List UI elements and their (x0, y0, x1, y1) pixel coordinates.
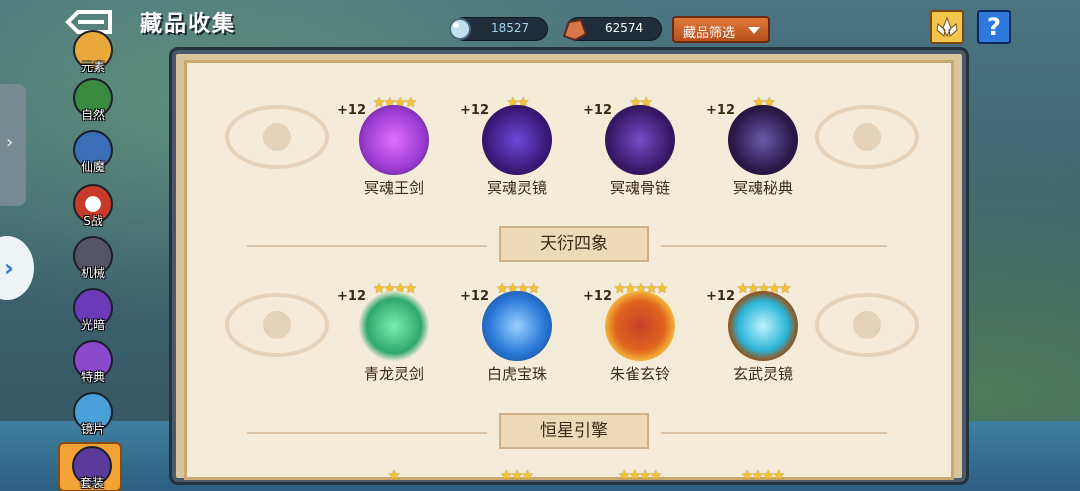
item-name: 白虎宝珠 (486, 365, 547, 383)
sidebar-item-label: 镜片 (80, 422, 105, 436)
divider (247, 432, 487, 434)
item-level: +12 (337, 103, 366, 118)
sidebar-item-element[interactable]: 元素 (70, 30, 116, 82)
book-icon (728, 105, 798, 175)
sidebar-item-label: 自然 (80, 108, 105, 122)
sidebar-item-special[interactable]: 特典 (70, 340, 116, 392)
sidebar-item-label: 特典 (80, 370, 105, 384)
item-name: 冥魂秘典 (732, 179, 793, 197)
sidebar-item-nature[interactable]: 自然 (70, 78, 116, 130)
sword-icon (359, 105, 429, 175)
ornament-icon (815, 293, 919, 357)
sidebar-item-label: 套装 (79, 476, 104, 490)
item-level: +12 (706, 289, 735, 304)
crystal-value: 18527 (491, 21, 530, 35)
divider (247, 245, 487, 247)
sidebar-item-lens[interactable]: 镜片 (70, 392, 116, 444)
item-level: +12 (583, 289, 612, 304)
sidebar-item-immortal-demon[interactable]: 仙魔 (70, 130, 116, 182)
sidebar-item-label: S战 (83, 214, 103, 228)
help-button[interactable]: ? (977, 10, 1011, 44)
star-rating: ★ (387, 468, 401, 484)
item-name: 冥魂骨链 (609, 179, 670, 197)
item-name: 冥魂王剑 (363, 179, 424, 197)
sidebar-item-s-battle[interactable]: S战 (70, 184, 116, 236)
sidebar-item-label: 光暗 (80, 318, 105, 332)
section-header: 天衍四象 (247, 226, 887, 266)
collection-item[interactable]: ★★★★ +12 白虎宝珠 (460, 281, 572, 393)
sidebar-item-light-dark[interactable]: 光暗 (70, 288, 116, 340)
ornament-icon (225, 105, 329, 169)
tiger-orb-icon (482, 291, 552, 361)
item-name: 玄武灵镜 (732, 365, 793, 383)
item-name: 冥魂灵镜 (486, 179, 547, 197)
phoenix-bell-icon (605, 291, 675, 361)
item-level: +12 (337, 289, 366, 304)
collection-item[interactable]: ★★★★ +12 冥魂王剑 (337, 95, 449, 207)
section-title: 天衍四象 (499, 226, 649, 262)
collection-item[interactable]: ★★★★ +12 青龙灵剑 (337, 281, 449, 393)
ore-currency: 62574 (562, 17, 662, 42)
chevron-right-icon: › (4, 254, 14, 282)
dragon-sword-icon (359, 291, 429, 361)
sidebar-item-set[interactable]: 套装 (58, 442, 122, 491)
filter-label: 藏品筛选 (683, 26, 736, 41)
side-drawer-handle[interactable]: › (0, 84, 26, 206)
lotus-icon (936, 16, 958, 38)
item-level: +12 (583, 103, 612, 118)
collection-item[interactable]: ★★ +12 冥魂秘典 (706, 95, 818, 207)
bone-chain-icon (605, 105, 675, 175)
item-name: 青龙灵剑 (363, 365, 424, 383)
category-sidebar: 元素 自然 仙魔 S战 机械 光暗 特典 镜片 套装 (58, 30, 128, 491)
collection-panel: ★★★★ +12 冥魂王剑 ★★ +12 冥魂灵镜 ★★ +12 冥魂骨链 ★★… (172, 50, 966, 484)
section-title: 恒星引擎 (499, 413, 649, 449)
divider (661, 245, 887, 247)
tortoise-mirror-icon (728, 291, 798, 361)
ornament-icon (225, 293, 329, 357)
collection-item[interactable]: ★★★★★ +12 朱雀玄铃 (583, 281, 695, 393)
top-bar: 藏品收集 18527 62574 藏品筛选 ? (0, 0, 1080, 46)
collection-item[interactable]: ★★ +12 冥魂骨链 (583, 95, 695, 207)
sidebar-item-label: 仙魔 (80, 160, 105, 174)
ornament-icon (815, 105, 919, 169)
page-title: 藏品收集 (140, 12, 237, 37)
chevron-down-icon (748, 27, 760, 34)
mirror-icon (482, 105, 552, 175)
item-name: 朱雀玄铃 (609, 365, 670, 383)
crystal-icon (449, 18, 471, 40)
item-level: +12 (706, 103, 735, 118)
item-level: +12 (460, 103, 489, 118)
question-icon: ? (987, 13, 1001, 41)
star-rating: ★★★★ (740, 468, 785, 484)
collection-item[interactable]: ★★★★★ +12 玄武灵镜 (706, 281, 818, 393)
collection-grid: ★★★★ +12 冥魂王剑 ★★ +12 冥魂灵镜 ★★ +12 冥魂骨链 ★★… (184, 60, 954, 484)
sidebar-item-mecha[interactable]: 机械 (70, 236, 116, 288)
ore-value: 62574 (605, 21, 644, 35)
sidebar-item-label: 机械 (80, 266, 105, 280)
star-rating: ★★★ (500, 468, 534, 484)
star-rating: ★★★★ (617, 468, 662, 484)
item-level: +12 (460, 289, 489, 304)
crystal-currency: 18527 (449, 17, 548, 41)
chevron-right-icon: › (6, 132, 14, 153)
filter-dropdown[interactable]: 藏品筛选 (672, 16, 770, 43)
section-header: 恒星引擎 (247, 413, 887, 453)
ore-icon (562, 18, 588, 42)
divider (661, 432, 887, 434)
lotus-button[interactable] (930, 10, 964, 44)
collection-item[interactable]: ★★ +12 冥魂灵镜 (460, 95, 572, 207)
sidebar-item-label: 元素 (80, 60, 105, 74)
